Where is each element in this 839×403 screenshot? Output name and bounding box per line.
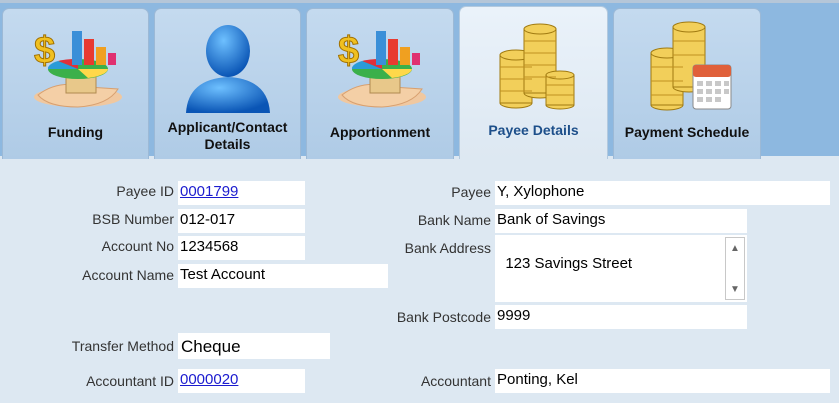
person-icon [185,25,270,113]
accountant-label: Accountant [420,373,491,389]
payee-id-label: Payee ID [116,183,174,199]
account-no-label: Account No [101,238,174,254]
svg-text:$: $ [338,30,359,72]
bank-name-field[interactable]: Bank of Savings [495,209,747,233]
tab-applicant-contact[interactable]: Applicant/Contact Details [154,8,301,159]
accountant-field[interactable]: Ponting, Kel [495,369,830,393]
tab-payee-details-label: Payee Details [488,122,579,138]
accountant-id-field: 0000020 [178,369,305,393]
tab-apportionment[interactable]: $ Apportionment [306,8,454,159]
scroll-down-arrow-icon[interactable]: ▼ [726,279,744,299]
bank-address-textarea[interactable]: 123 Savings Street ▲ ▼ [495,235,747,302]
coins-calendar-icon [650,21,732,111]
bank-postcode-label: Bank Postcode [396,309,491,325]
tab-applicant-label-line2: Details [204,136,251,152]
tab-payment-schedule-label: Payment Schedule [624,124,750,140]
transfer-method-label: Transfer Method [71,338,174,354]
payee-id-field: 0001799 [178,181,305,205]
bank-name-label: Bank Name [417,212,491,228]
tab-apportionment-label: Apportionment [329,124,431,140]
bank-address-scrollbar[interactable]: ▲ ▼ [725,237,745,300]
bsb-number-field[interactable]: 012-017 [178,209,305,233]
bank-address-label: Bank Address [404,240,491,256]
payee-id-link[interactable]: 0001799 [180,183,238,200]
bank-postcode-field[interactable]: 9999 [495,305,747,329]
money-pie-chart-icon: $ [338,30,426,108]
account-name-field[interactable]: Test Account [178,264,388,288]
accountant-id-link[interactable]: 0000020 [180,371,238,388]
payee-field[interactable]: Y, Xylophone [495,181,830,205]
tab-applicant-label-line1: Applicant/Contact [167,119,288,135]
coin-stacks-icon [499,23,574,110]
transfer-method-field[interactable]: Cheque [178,333,330,359]
tab-payee-details[interactable]: Payee Details [459,6,608,159]
tab-payment-schedule[interactable]: Payment Schedule [613,8,761,159]
tab-applicant-label: Applicant/Contact Details [155,119,300,153]
svg-text:$: $ [34,30,55,72]
payee-label: Payee [451,184,491,200]
money-pie-chart-icon: $ [33,30,122,108]
account-no-field[interactable]: 1234568 [178,236,305,260]
bank-address-value: 123 Savings Street [505,255,633,272]
accountant-id-label: Accountant ID [86,373,174,389]
bsb-number-label: BSB Number [92,211,174,227]
tab-strip: $ Funding Applicant/Contact Details $ Ap… [0,0,839,159]
tab-funding-label: Funding [47,124,104,140]
scroll-up-arrow-icon[interactable]: ▲ [726,238,744,258]
account-name-label: Account Name [82,267,174,283]
tab-funding[interactable]: $ Funding [2,8,149,159]
